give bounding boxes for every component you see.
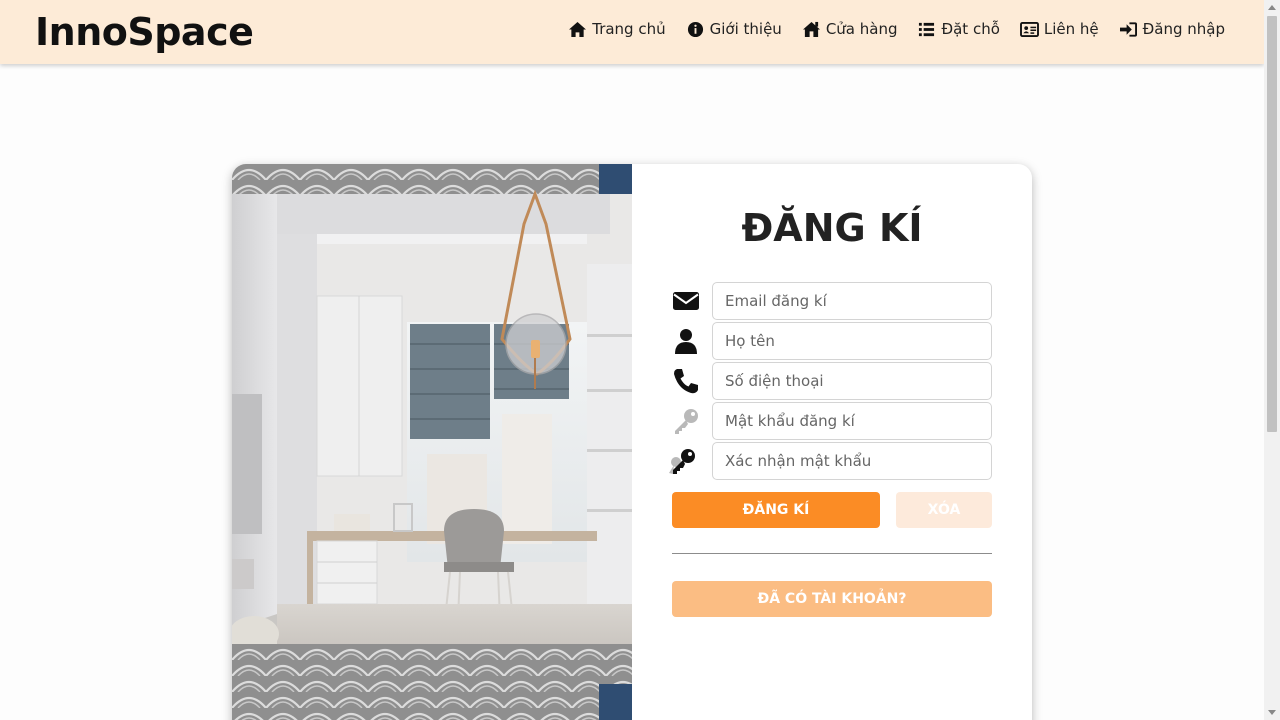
register-button[interactable]: ĐĂNG KÍ [672, 492, 880, 528]
form-title: ĐĂNG KÍ [741, 206, 923, 250]
nav-item-store[interactable]: Cửa hàng [802, 20, 898, 38]
nav-item-booking[interactable]: Đặt chỗ [917, 20, 1000, 38]
name-field[interactable] [712, 322, 992, 360]
confirm-password-row [669, 442, 992, 480]
nav-item-home[interactable]: Trang chủ [568, 20, 666, 38]
page-scrollbar[interactable] [1264, 0, 1280, 720]
store-icon [802, 21, 820, 37]
nav-item-label: Liên hệ [1043, 20, 1099, 38]
sign-in-icon [1119, 21, 1137, 37]
nav-item-label: Trang chủ [592, 20, 666, 38]
envelope-icon [673, 292, 699, 310]
main-nav: Trang chủ Giới thiệu Cửa hàng Đặt chỗ Li… [568, 20, 1225, 38]
home-icon [569, 21, 587, 37]
nav-item-login[interactable]: Đăng nhập [1119, 20, 1225, 38]
nav-item-label: Cửa hàng [825, 20, 898, 38]
email-field[interactable] [712, 282, 992, 320]
divider [672, 553, 992, 554]
have-account-button[interactable]: ĐÃ CÓ TÀI KHOẢN? [672, 581, 992, 617]
clear-button[interactable]: XÓA [896, 492, 992, 528]
room-photo [232, 164, 632, 720]
nav-item-label: Giới thiệu [709, 20, 782, 38]
email-row [672, 282, 992, 320]
register-card: ĐĂNG KÍ Email đăng kí Họ tên Số điện tho… [232, 164, 1032, 720]
info-circle-icon [687, 21, 703, 37]
nav-item-about[interactable]: Giới thiệu [686, 20, 782, 38]
nav-item-label: Đăng nhập [1142, 20, 1225, 38]
list-icon [919, 22, 935, 36]
key-icon [675, 409, 698, 434]
confirm-password-field[interactable] [712, 442, 992, 480]
top-navbar: InnoSpace Trang chủ Giới thiệu Cửa hàng … [0, 0, 1264, 64]
password-row [672, 402, 992, 440]
contact-card-icon [1019, 21, 1039, 37]
scroll-up-arrow-icon[interactable] [1268, 5, 1276, 10]
scroll-thumb[interactable] [1267, 16, 1277, 432]
scroll-down-arrow-icon[interactable] [1268, 710, 1276, 715]
password-field[interactable] [712, 402, 992, 440]
keys-icon [669, 449, 695, 474]
nav-item-contact[interactable]: Liên hệ [1019, 20, 1099, 38]
register-form: ĐĂNG KÍ Email đăng kí Họ tên Số điện tho… [632, 164, 1032, 720]
name-row [672, 322, 992, 360]
nav-item-label: Đặt chỗ [941, 20, 1000, 38]
user-icon [675, 329, 697, 354]
phone-field[interactable] [712, 362, 992, 400]
phone-row [672, 362, 992, 400]
brand-logo[interactable]: InnoSpace [35, 10, 254, 54]
phone-icon [674, 369, 698, 394]
